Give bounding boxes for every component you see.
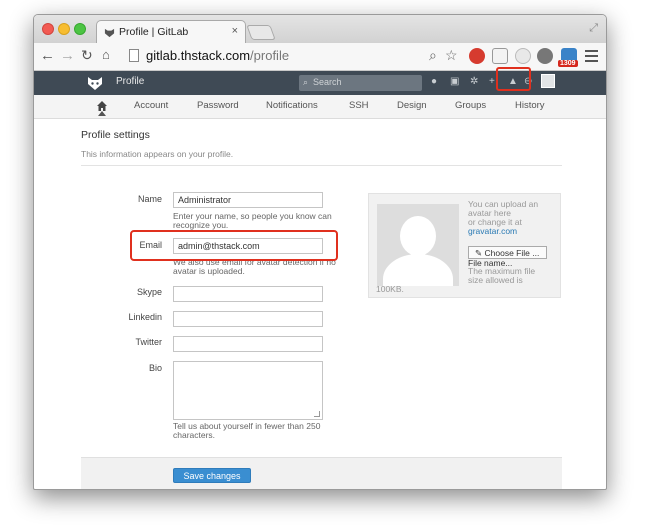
- browser-tab[interactable]: Profile | GitLab ×: [96, 20, 246, 43]
- tab-strip: Profile | GitLab × ⤢: [34, 15, 606, 43]
- tab-close-icon[interactable]: ×: [232, 25, 238, 37]
- tab-design[interactable]: Design: [397, 100, 427, 111]
- linkedin-label: Linkedin: [128, 312, 162, 322]
- avatar-panel: You can upload an avatar here or change …: [368, 193, 561, 298]
- bio-textarea[interactable]: [173, 361, 323, 420]
- search-placeholder: Search: [313, 77, 342, 87]
- header-title: Profile: [116, 76, 145, 87]
- page-icon: [129, 49, 139, 62]
- back-icon[interactable]: ←: [40, 47, 55, 64]
- tab-ssh[interactable]: SSH: [349, 100, 369, 111]
- user-icon-highlight: [496, 67, 531, 91]
- main-content: Profile settings This information appear…: [34, 119, 606, 489]
- name-field[interactable]: Administrator: [173, 192, 323, 208]
- new-tab-button[interactable]: [246, 25, 276, 40]
- choose-file-label: Choose File ...: [484, 248, 540, 258]
- form-actions: Save changes: [81, 457, 562, 489]
- sync-extension-icon[interactable]: [515, 48, 531, 64]
- zoom-window-button[interactable]: [74, 23, 86, 35]
- tab-history[interactable]: History: [515, 100, 545, 111]
- menu-icon[interactable]: [585, 50, 598, 65]
- tab-password[interactable]: Password: [197, 100, 239, 111]
- browser-window: Profile | GitLab × ⤢ ← → ↻ ⌂ gitlab.thst…: [33, 14, 607, 490]
- name-label: Name: [137, 194, 162, 204]
- home-icon[interactable]: ⌂: [102, 47, 110, 62]
- twitter-field[interactable]: [173, 336, 323, 352]
- avatar-info-text: You can upload an avatar here or change …: [468, 200, 558, 236]
- max-size-text: The maximum file size allowed is: [468, 266, 536, 285]
- chat-extension-icon[interactable]: [537, 48, 553, 64]
- twitter-label: Twitter: [135, 337, 162, 347]
- weibo-extension-icon[interactable]: [469, 48, 485, 64]
- name-help: Enter your name, so people you know can r…: [173, 211, 332, 230]
- bookmark-star-icon[interactable]: ☆: [445, 47, 458, 64]
- close-window-button[interactable]: [42, 23, 54, 35]
- email-highlight: [130, 230, 338, 261]
- minimize-window-button[interactable]: [58, 23, 70, 35]
- settings-gear-icon[interactable]: ✲: [470, 76, 478, 87]
- public-globe-icon[interactable]: ●: [431, 76, 437, 87]
- extension-badge: 1309: [558, 60, 578, 67]
- copy-icon[interactable]: ▣: [450, 76, 459, 87]
- skype-label: Skype: [136, 287, 162, 297]
- gitlab-logo-icon[interactable]: [86, 74, 104, 92]
- page-title: Profile settings: [81, 129, 150, 141]
- gmail-extension-icon[interactable]: [492, 48, 508, 64]
- active-caret-icon: [98, 111, 106, 116]
- resize-grip-icon[interactable]: [314, 411, 320, 417]
- tab-title: Profile | GitLab: [119, 26, 189, 38]
- avatar[interactable]: [541, 74, 555, 88]
- profile-subnav: Account Password Notifications SSH Desig…: [34, 95, 606, 119]
- tab-groups[interactable]: Groups: [455, 100, 486, 111]
- avatar-head-shape: [400, 216, 436, 256]
- paperclip-icon: ✎: [475, 248, 483, 258]
- fullscreen-icon[interactable]: ⤢: [589, 22, 598, 35]
- address-url: gitlab.thstack.com/profile: [146, 48, 290, 63]
- search-input[interactable]: ⌕ Search: [299, 75, 422, 91]
- page-subtitle: This information appears on your profile…: [81, 149, 234, 159]
- forward-icon[interactable]: →: [60, 47, 75, 64]
- gravatar-link[interactable]: gravatar.com: [468, 227, 558, 236]
- bio-help: Tell us about yourself in fewer than 250…: [173, 421, 321, 440]
- zoom-icon[interactable]: ⌕: [429, 47, 437, 64]
- save-button[interactable]: Save changes: [173, 468, 251, 483]
- search-icon: ⌕: [303, 77, 309, 87]
- new-project-plus-icon[interactable]: +: [489, 76, 495, 87]
- gitlab-favicon-icon: [104, 28, 115, 38]
- linkedin-field[interactable]: [173, 311, 323, 327]
- tab-notifications[interactable]: Notifications: [266, 100, 318, 111]
- skype-field[interactable]: [173, 286, 323, 302]
- avatar-placeholder-image: [377, 204, 459, 286]
- tab-account[interactable]: Account: [134, 100, 168, 111]
- avatar-body-shape: [383, 254, 453, 286]
- bio-label: Bio: [148, 363, 162, 373]
- max-size-value: 100KB.: [376, 284, 404, 294]
- reload-icon[interactable]: ↻: [81, 47, 93, 64]
- divider: [81, 165, 562, 166]
